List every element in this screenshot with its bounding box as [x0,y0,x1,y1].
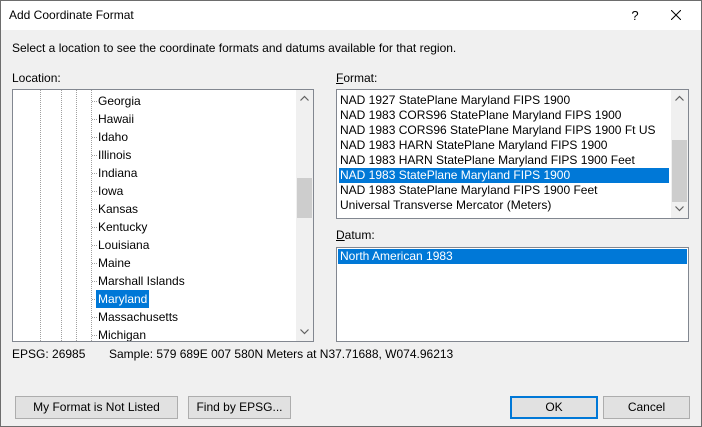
tree-guide-line [91,90,92,341]
location-label: Location: [12,71,61,85]
scroll-up-button[interactable] [296,90,313,107]
tree-item[interactable]: Michigan [96,326,148,341]
epsg-code: EPSG: 26985 [12,347,86,361]
chevron-down-icon [300,329,309,335]
datum-list[interactable]: North American 1983 [336,247,689,342]
my-format-not-listed-button[interactable]: My Format is Not Listed [15,396,178,419]
find-by-epsg-button[interactable]: Find by EPSG... [188,396,291,419]
tree-item[interactable]: Kentucky [96,218,149,236]
format-label-rest: ormat: [343,71,378,85]
add-coordinate-format-dialog: Add Coordinate Format ? Select a locatio… [0,0,702,427]
format-item[interactable]: NAD 1983 StatePlane Maryland FIPS 1900 [339,168,669,183]
dialog-title: Add Coordinate Format [9,8,134,22]
scroll-up-button[interactable] [671,90,688,107]
cancel-button[interactable]: Cancel [603,396,690,419]
format-item[interactable]: NAD 1983 CORS96 StatePlane Maryland FIPS… [339,108,669,123]
tree-item[interactable]: Indiana [96,164,139,182]
datum-label-rest: atum: [344,228,375,242]
close-icon [671,10,681,20]
tree-item[interactable]: Maine [96,254,133,272]
tree-item[interactable]: Hawaii [96,110,136,128]
sample-coordinate: Sample: 579 689E 007 580N Meters at N37.… [109,347,454,361]
format-item[interactable]: Universal Transverse Mercator (Meters) [339,198,669,213]
format-item[interactable]: NAD 1927 StatePlane Maryland FIPS 1900 [339,93,669,108]
format-item[interactable]: NAD 1983 HARN StatePlane Maryland FIPS 1… [339,138,669,153]
tree-guide-line [40,90,41,341]
chevron-down-icon [675,206,684,212]
scroll-thumb[interactable] [672,140,687,202]
datum-label: Datum: [336,228,375,242]
tree-item[interactable]: Iowa [96,182,125,200]
location-tree[interactable]: Georgia Hawaii Idaho Illinois Indiana Iowa Kan… [12,89,314,342]
format-label: Format: [336,71,377,85]
scroll-down-button[interactable] [671,201,688,218]
format-scrollbar[interactable] [671,90,688,218]
title-bar: Add Coordinate Format ? [1,1,701,30]
chevron-up-icon [300,95,309,101]
tree-item[interactable]: Idaho [96,128,130,146]
tree-item[interactable]: Georgia [96,92,143,110]
close-button[interactable] [652,1,700,30]
format-item[interactable]: NAD 1983 HARN StatePlane Maryland FIPS 1… [339,153,669,168]
format-item[interactable]: NAD 1983 StatePlane Maryland FIPS 1900 F… [339,183,669,198]
ok-button[interactable]: OK [510,396,598,419]
tree-item[interactable]: Maryland [96,290,150,308]
tree-item[interactable]: Illinois [96,146,133,164]
location-scrollbar[interactable] [296,90,313,341]
scroll-thumb[interactable] [297,178,312,218]
datum-label-accel: D [336,228,345,242]
help-button[interactable]: ? [618,1,652,30]
tree-guide-line [76,90,77,341]
datum-item[interactable]: North American 1983 [338,249,687,264]
tree-item[interactable]: Massachusetts [96,308,180,326]
tree-item[interactable]: Kansas [96,200,140,218]
instruction-text: Select a location to see the coordinate … [12,41,457,55]
chevron-up-icon [675,95,684,101]
format-item[interactable]: NAD 1983 CORS96 StatePlane Maryland FIPS… [339,123,669,138]
tree-guide-line [61,90,62,341]
tree-item[interactable]: Marshall Islands [96,272,187,290]
scroll-down-button[interactable] [296,324,313,341]
format-list[interactable]: NAD 1927 StatePlane Maryland FIPS 1900 NA… [336,89,689,219]
tree-item[interactable]: Louisiana [96,236,151,254]
